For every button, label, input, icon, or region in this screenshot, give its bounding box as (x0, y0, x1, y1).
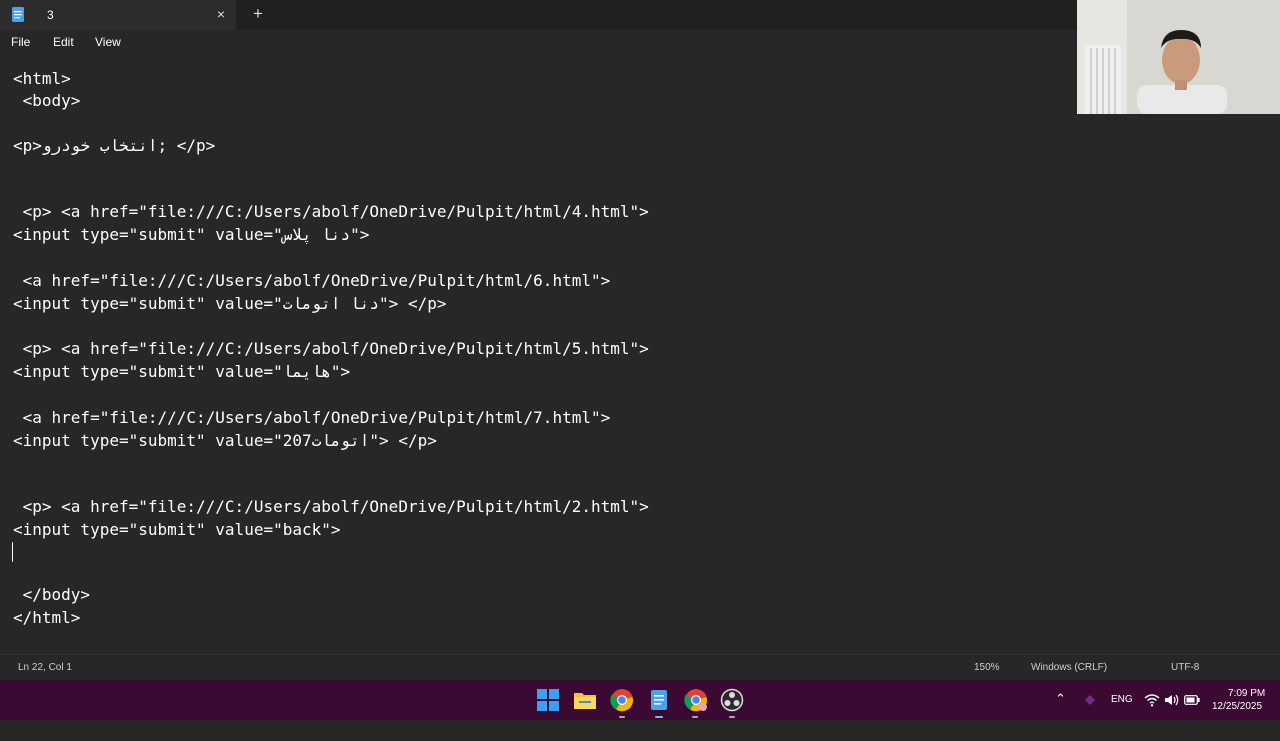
clock-date[interactable]: 12/25/2025 (1212, 701, 1262, 741)
code-line: <input type="submit" value="دنا پلاس"> (13, 225, 370, 244)
status-bar: Ln 22, Col 1 150% Windows (CRLF) UTF-8 (0, 654, 1280, 681)
notepad-taskbar-icon[interactable] (647, 688, 671, 712)
tab-title: 3 (47, 8, 54, 22)
code-line: <input type="submit" value="دنا اتومات">… (13, 294, 447, 313)
code-line: <input type="submit" value="هایما"> (13, 362, 351, 381)
add-tab-icon[interactable]: + (248, 4, 268, 24)
code-line: </body> (13, 585, 91, 604)
code-line: <p>انتخاب خودرو; </p> (13, 136, 216, 155)
code-line: <p> <a href="file:///C:/Users/abolf/OneD… (13, 497, 649, 516)
code-line: <input type="submit" value="207اتومات"> … (13, 431, 437, 450)
chevron-up-icon[interactable]: ⌃ (1055, 691, 1066, 731)
encoding[interactable]: UTF-8 (1171, 662, 1199, 673)
menu-file[interactable]: File (11, 35, 30, 49)
volume-icon[interactable] (1164, 693, 1180, 707)
code-line: <a href="file:///C:/Users/abolf/OneDrive… (13, 271, 611, 290)
code-line: <a href="file:///C:/Users/abolf/OneDrive… (13, 408, 611, 427)
line-ending[interactable]: Windows (CRLF) (1031, 662, 1107, 673)
code-line: <p> <a href="file:///C:/Users/abolf/OneD… (13, 339, 649, 358)
menu-edit[interactable]: Edit (53, 35, 74, 49)
code-line: <input type="submit" value="back"> (13, 520, 341, 539)
wifi-icon[interactable] (1144, 693, 1160, 707)
zoom-level[interactable]: 150% (974, 662, 1000, 673)
chrome-icon[interactable] (610, 688, 634, 712)
running-indicator (729, 716, 735, 718)
active-indicator (655, 716, 663, 718)
menu-view[interactable]: View (95, 35, 121, 49)
webcam-image (1077, 0, 1280, 114)
chrome-profile-icon[interactable] (684, 688, 708, 712)
taskbar: ⌃ ENG 7:09 PM 12/25/2025 (0, 680, 1280, 720)
code-line: <body> (13, 91, 81, 110)
cursor-position: Ln 22, Col 1 (18, 662, 72, 673)
language-indicator[interactable]: ENG (1111, 694, 1133, 734)
running-indicator (619, 716, 625, 718)
tab-3[interactable]: 3 × (0, 0, 236, 30)
windows-start-icon[interactable] (536, 688, 560, 712)
file-explorer-icon[interactable] (573, 688, 597, 712)
webcam-overlay (1077, 0, 1280, 114)
code-line: <p> <a href="file:///C:/Users/abolf/OneD… (13, 202, 649, 221)
battery-icon[interactable] (1184, 694, 1200, 706)
app-tray-icon[interactable] (1084, 694, 1096, 706)
code-line: <html> (13, 69, 71, 88)
text-caret (12, 542, 13, 562)
notepad-icon (12, 7, 24, 22)
code-line: </html> (13, 608, 81, 627)
text-editor[interactable]: <html> <body> <p>انتخاب خودرو; </p> <p> … (0, 58, 1280, 654)
obs-icon[interactable] (720, 688, 744, 712)
close-icon[interactable]: × (212, 5, 230, 23)
running-indicator (692, 716, 698, 718)
